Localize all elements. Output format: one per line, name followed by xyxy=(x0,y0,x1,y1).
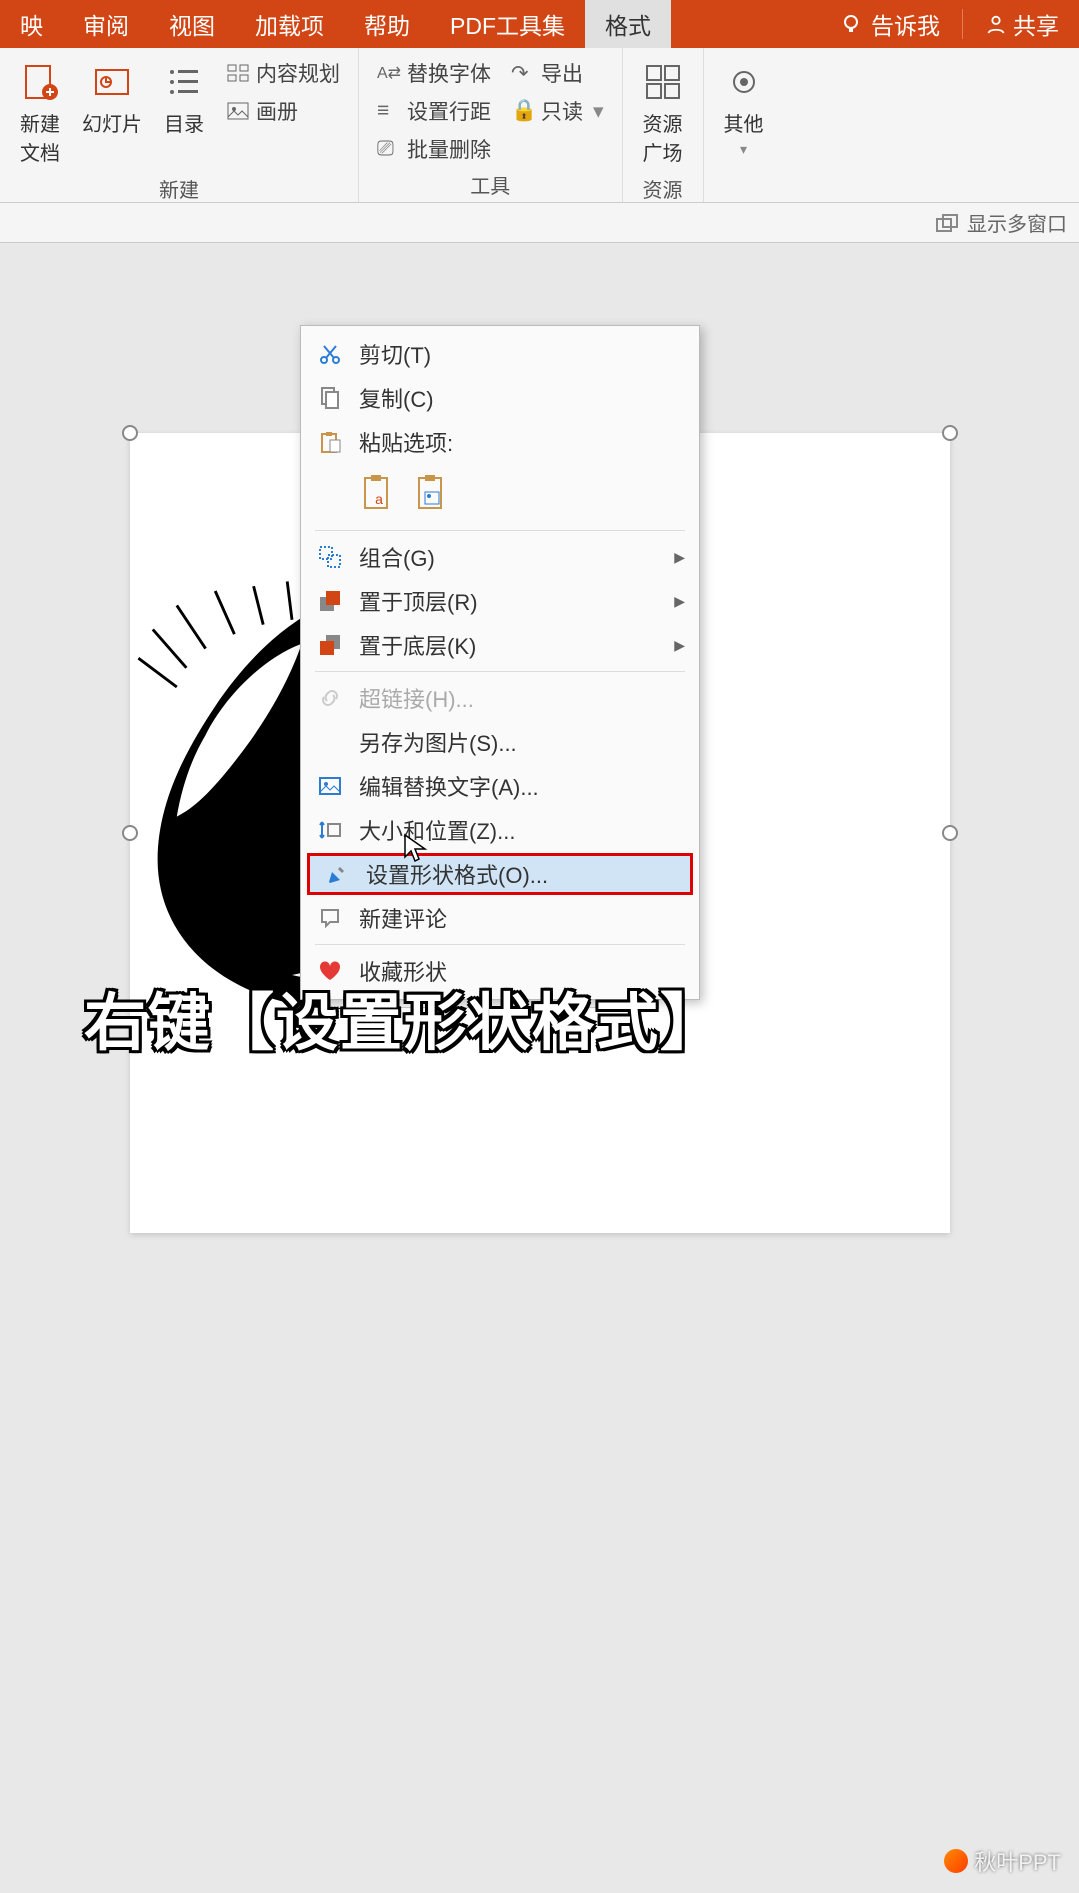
ctx-format-shape[interactable]: 设置形状格式(O)... xyxy=(307,853,693,895)
list-icon xyxy=(164,62,204,102)
bring-front-icon xyxy=(315,586,345,616)
multi-window-bar: 显示多窗口 xyxy=(0,203,1079,243)
slide-icon xyxy=(92,62,132,102)
ctx-separator xyxy=(315,944,685,945)
comment-icon xyxy=(315,903,345,933)
slide-button[interactable]: 幻灯片 xyxy=(78,56,146,170)
menu-item-4[interactable]: 帮助 xyxy=(344,0,430,48)
ribbon: 新建 文档 幻灯片 目录 内容规划 画册 新建 xyxy=(0,48,1079,203)
album-icon xyxy=(226,101,250,121)
ctx-new-comment[interactable]: 新建评论 xyxy=(303,896,697,940)
menu-item-3[interactable]: 加载项 xyxy=(235,0,344,48)
multi-window-label[interactable]: 显示多窗口 xyxy=(967,208,1067,237)
link-icon xyxy=(315,683,345,713)
paste-icon xyxy=(315,427,345,457)
menu-separator xyxy=(962,9,963,39)
watermark-logo xyxy=(944,1849,968,1873)
new-doc-button[interactable]: 新建 文档 xyxy=(14,56,66,170)
paste-options: a xyxy=(303,464,697,526)
ribbon-group-resource: 资源 广场 资源 xyxy=(623,48,704,202)
tutorial-caption: 右键【设置形状格式】 xyxy=(84,972,724,1062)
line-spacing-icon: ≡ xyxy=(377,99,401,123)
line-spacing-button[interactable]: ≡设置行距 xyxy=(373,94,495,128)
share-button[interactable]: 共享 xyxy=(965,0,1079,48)
ctx-separator xyxy=(315,671,685,672)
group-icon xyxy=(315,542,345,572)
ctx-send-back[interactable]: 置于底层(K) ▶ xyxy=(303,623,697,667)
ctx-save-as-picture[interactable]: 另存为图片(S)... xyxy=(303,720,697,764)
bulb-icon xyxy=(839,12,863,36)
font-icon: A⇄ xyxy=(377,63,401,83)
export-icon: ↷ xyxy=(511,61,535,86)
ctx-group[interactable]: 组合(G) ▶ xyxy=(303,535,697,579)
tell-me[interactable]: 告诉我 xyxy=(819,0,960,48)
resource-square-button[interactable]: 资源 广场 xyxy=(637,56,689,170)
menu-item-2[interactable]: 视图 xyxy=(149,0,235,48)
selection-handle[interactable] xyxy=(942,425,958,441)
replace-font-button[interactable]: A⇄替换字体 xyxy=(373,56,495,90)
paste-option-keep-format[interactable]: a xyxy=(359,470,399,516)
watermark: 秋叶PPT xyxy=(944,1845,1061,1877)
chevron-right-icon: ▶ xyxy=(674,549,685,566)
group-label-tools: 工具 xyxy=(373,166,608,203)
multi-window-icon xyxy=(935,213,959,233)
copy-icon xyxy=(315,383,345,413)
menu-bar: 映 审阅 视图 加载项 帮助 PDF工具集 格式 告诉我 共享 xyxy=(0,0,1079,48)
cut-icon xyxy=(315,339,345,369)
paste-option-picture[interactable] xyxy=(413,470,453,516)
ctx-copy[interactable]: 复制(C) xyxy=(303,376,697,420)
other-button[interactable]: 其他 ▾ xyxy=(718,56,770,162)
export-button[interactable]: ↷导出 xyxy=(507,56,608,90)
ctx-alt-text[interactable]: 编辑替换文字(A)... xyxy=(303,764,697,808)
ribbon-group-tools: A⇄替换字体 ≡设置行距 ⎚批量删除 ↷导出 🔒只读▾ 工具 xyxy=(359,48,623,202)
format-shape-icon xyxy=(322,859,352,889)
send-back-icon xyxy=(315,630,345,660)
content-plan-icon xyxy=(226,63,250,83)
readonly-button[interactable]: 🔒只读▾ xyxy=(507,94,608,128)
blank-icon xyxy=(315,727,345,757)
svg-text:a: a xyxy=(375,491,383,507)
ctx-size-position[interactable]: 大小和位置(Z)... xyxy=(303,808,697,852)
menu-item-0[interactable]: 映 xyxy=(0,0,63,48)
new-doc-icon xyxy=(20,62,60,102)
size-icon xyxy=(315,815,345,845)
ribbon-group-other: 其他 ▾ xyxy=(704,48,784,202)
selection-handle[interactable] xyxy=(122,425,138,441)
menu-item-format[interactable]: 格式 xyxy=(585,0,671,48)
batch-delete-icon: ⎚ xyxy=(377,137,401,161)
group-label-new: 新建 xyxy=(14,170,344,207)
ctx-cut[interactable]: 剪切(T) xyxy=(303,332,697,376)
menu-item-1[interactable]: 审阅 xyxy=(63,0,149,48)
chevron-right-icon: ▶ xyxy=(674,637,685,654)
grid-icon xyxy=(643,62,683,102)
group-label-resource: 资源 xyxy=(637,170,689,207)
selection-handle[interactable] xyxy=(942,825,958,841)
person-icon xyxy=(985,13,1007,35)
chevron-right-icon: ▶ xyxy=(674,593,685,610)
ctx-separator xyxy=(315,530,685,531)
readonly-icon: 🔒 xyxy=(511,99,535,123)
menu-item-5[interactable]: PDF工具集 xyxy=(430,0,585,48)
ctx-paste-header: 粘贴选项: xyxy=(303,420,697,464)
album-button[interactable]: 画册 xyxy=(222,94,344,128)
ctx-hyperlink: 超链接(H)... xyxy=(303,676,697,720)
alt-text-icon xyxy=(315,771,345,801)
batch-delete-button[interactable]: ⎚批量删除 xyxy=(373,132,495,166)
ribbon-group-new: 新建 文档 幻灯片 目录 内容规划 画册 新建 xyxy=(0,48,359,202)
circle-icon xyxy=(724,62,764,102)
content-plan-button[interactable]: 内容规划 xyxy=(222,56,344,90)
ctx-bring-front[interactable]: 置于顶层(R) ▶ xyxy=(303,579,697,623)
toc-button[interactable]: 目录 xyxy=(158,56,210,170)
context-menu: 剪切(T) 复制(C) 粘贴选项: a 组合(G) ▶ 置于顶层(R) ▶ 置于… xyxy=(300,325,700,1000)
